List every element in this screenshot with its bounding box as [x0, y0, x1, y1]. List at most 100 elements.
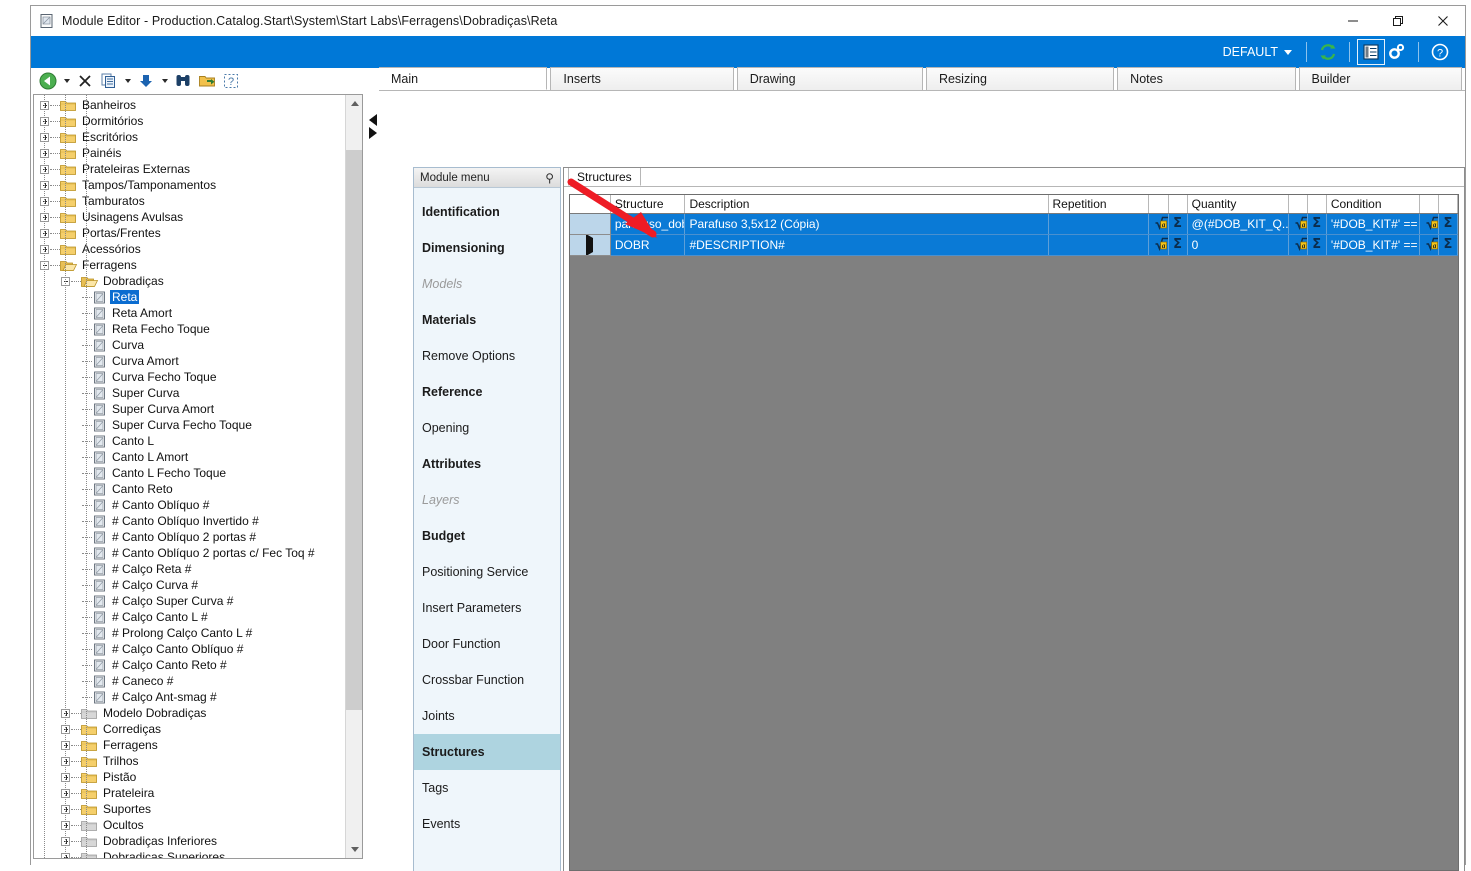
quantity-formula-button[interactable]: a	[1288, 213, 1308, 235]
column-quantity[interactable]: Quantity	[1187, 195, 1289, 214]
tree-node[interactable]: # Canto Oblíquo Invertido #	[34, 513, 346, 529]
repetition-formula-button[interactable]: a	[1148, 234, 1169, 256]
module-menu-item-tags[interactable]: Tags	[414, 770, 560, 806]
tree-node[interactable]: Curva	[34, 337, 346, 353]
condition-formula-button[interactable]: a	[1419, 213, 1439, 235]
refresh-icon[interactable]	[1315, 40, 1341, 64]
tree-node[interactable]: # Calço Canto Oblíquo #	[34, 641, 346, 657]
tree-node[interactable]: Super Curva Amort	[34, 401, 346, 417]
tree-node[interactable]: Reta	[34, 289, 346, 305]
tree-node[interactable]: # Calço Ant-smag #	[34, 689, 346, 705]
module-menu-item-structures[interactable]: Structures	[414, 734, 560, 770]
module-menu-item-identification[interactable]: Identification	[414, 194, 560, 230]
tree-node[interactable]: # Canto Oblíquo #	[34, 497, 346, 513]
find-binoculars-icon[interactable]	[172, 70, 194, 92]
tree-node[interactable]: Painéis	[34, 145, 346, 161]
structures-grid[interactable]: Structure Description Repetition Quantit…	[569, 194, 1459, 871]
tab-builder[interactable]: Builder	[1298, 67, 1462, 90]
module-menu-item-crossbar-function[interactable]: Crossbar Function	[414, 662, 560, 698]
scroll-down-icon[interactable]	[346, 841, 362, 858]
export-folder-icon[interactable]	[196, 70, 218, 92]
condition-formula-button[interactable]: a	[1419, 234, 1439, 256]
tree-scrollbar[interactable]	[345, 95, 362, 858]
module-menu-item-materials[interactable]: Materials	[414, 302, 560, 338]
tab-main[interactable]: Main	[379, 67, 548, 90]
quantity-sum-button[interactable]: Σ	[1307, 234, 1327, 256]
module-menu-item-reference[interactable]: Reference	[414, 374, 560, 410]
tree-node[interactable]: Ferragens	[34, 257, 346, 273]
tree-node[interactable]: Curva Fecho Toque	[34, 369, 346, 385]
tree-node[interactable]: Dobradiças	[34, 273, 346, 289]
row-selector[interactable]	[570, 234, 611, 256]
tree-node[interactable]: Usinagens Avulsas	[34, 209, 346, 225]
repetition-sum-button[interactable]: Σ	[1168, 213, 1188, 235]
column-structure[interactable]: Structure	[610, 195, 686, 214]
maximize-restore-button[interactable]	[1375, 6, 1420, 36]
list-view-icon[interactable]	[1357, 39, 1385, 65]
pin-icon[interactable]: ⚲	[545, 171, 554, 185]
tree-node[interactable]: Canto L	[34, 433, 346, 449]
tree-node[interactable]: Ocultos	[34, 817, 346, 833]
tree-node[interactable]: Tamburatos	[34, 193, 346, 209]
module-menu-item-dimensioning[interactable]: Dimensioning	[414, 230, 560, 266]
help-icon[interactable]: ?	[1427, 40, 1453, 64]
repetition-sum-button[interactable]: Σ	[1168, 234, 1188, 256]
expand-right-icon[interactable]	[369, 126, 377, 139]
tree-node[interactable]: Escritórios	[34, 129, 346, 145]
column-description[interactable]: Description	[684, 195, 1049, 214]
tree-node[interactable]: Super Curva Fecho Toque	[34, 417, 346, 433]
copy-icon[interactable]	[98, 70, 120, 92]
tree-node[interactable]: # Caneco #	[34, 673, 346, 689]
scroll-up-icon[interactable]	[346, 95, 362, 112]
tree-node[interactable]: # Calço Curva #	[34, 577, 346, 593]
tree-node[interactable]: Banheiros	[34, 97, 346, 113]
tree-node[interactable]: Trilhos	[34, 753, 346, 769]
tree-node[interactable]: Suportes	[34, 801, 346, 817]
row-selector[interactable]	[570, 213, 611, 235]
quantity-formula-button[interactable]: a	[1288, 234, 1308, 256]
collapse-left-icon[interactable]	[369, 113, 377, 126]
delete-icon[interactable]	[74, 70, 96, 92]
close-button[interactable]	[1420, 6, 1465, 36]
tree-node[interactable]: Corrediças	[34, 721, 346, 737]
condition-sum-button[interactable]: Σ	[1438, 234, 1459, 256]
module-menu-item-budget[interactable]: Budget	[414, 518, 560, 554]
cell-structure[interactable]: DOBR	[610, 234, 686, 256]
tree-node[interactable]: Reta Amort	[34, 305, 346, 321]
cell-repetition[interactable]	[1048, 234, 1150, 256]
tree-node[interactable]: Canto Reto	[34, 481, 346, 497]
tree-node[interactable]: # Calço Super Curva #	[34, 593, 346, 609]
tree-node[interactable]: Prateleiras Externas	[34, 161, 346, 177]
cell-repetition[interactable]	[1048, 213, 1150, 235]
module-menu-item-events[interactable]: Events	[414, 806, 560, 842]
table-row[interactable]: DOBR#DESCRIPTION#aΣ0aΣ'#DOB_KIT#' == ...…	[570, 234, 1459, 256]
tab-inserts[interactable]: Inserts	[550, 67, 734, 90]
back-icon[interactable]	[37, 70, 59, 92]
module-menu-item-attributes[interactable]: Attributes	[414, 446, 560, 482]
module-menu-item-positioning-service[interactable]: Positioning Service	[414, 554, 560, 590]
module-menu-item-opening[interactable]: Opening	[414, 410, 560, 446]
catalog-tree[interactable]: Banheiros Dormitórios Escritórios Painéis Pr…	[34, 95, 346, 858]
tree-node[interactable]: Modelo Dobradiças	[34, 705, 346, 721]
tree-node[interactable]: # Calço Canto Reto #	[34, 657, 346, 673]
copy-dropdown-caret[interactable]	[122, 70, 133, 92]
tree-node[interactable]: Prateleira	[34, 785, 346, 801]
tree-node[interactable]: Super Curva	[34, 385, 346, 401]
tree-node[interactable]: Curva Amort	[34, 353, 346, 369]
table-row[interactable]: parafuso_dob Parafuso 3,5x12 (Cópia) a Σ @(#…	[570, 213, 1459, 235]
tree-node[interactable]: Dobradiças Inferiores	[34, 833, 346, 849]
repetition-formula-button[interactable]: a	[1148, 213, 1169, 235]
tree-node[interactable]: Canto L Fecho Toque	[34, 465, 346, 481]
module-menu-item-joints[interactable]: Joints	[414, 698, 560, 734]
panel-splitter[interactable]	[367, 108, 379, 144]
tab-drawing[interactable]: Drawing	[736, 67, 923, 90]
help-dotted-icon[interactable]: ?	[220, 70, 242, 92]
quantity-sum-button[interactable]: Σ	[1307, 213, 1327, 235]
column-repetition[interactable]: Repetition	[1048, 195, 1150, 214]
module-menu-item-door-function[interactable]: Door Function	[414, 626, 560, 662]
tree-node[interactable]: Portas/Frentes	[34, 225, 346, 241]
tree-node[interactable]: # Calço Reta #	[34, 561, 346, 577]
tab-structures[interactable]: Structures	[568, 168, 641, 186]
cell-quantity[interactable]: @(#DOB_KIT_Q...	[1187, 213, 1289, 235]
tree-node[interactable]: Reta Fecho Toque	[34, 321, 346, 337]
